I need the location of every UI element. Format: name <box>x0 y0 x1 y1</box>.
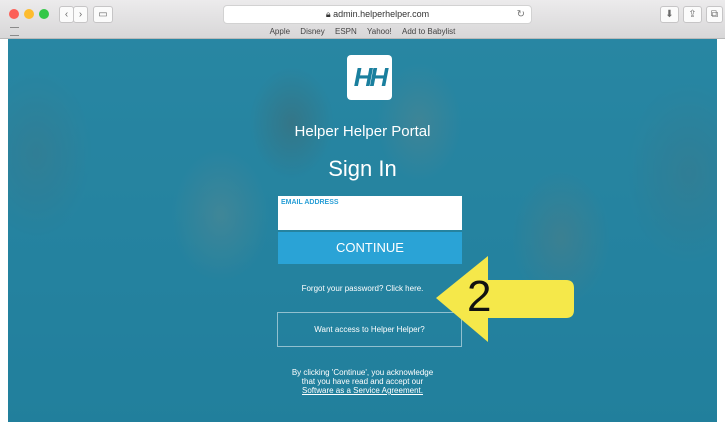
bookmark-babylist[interactable]: Add to Babylist <box>402 27 455 36</box>
tabs-button[interactable]: ⧉ <box>706 6 723 23</box>
forgot-password-link[interactable]: Forgot your password? Click here. <box>8 284 717 293</box>
legal-notice: By clicking 'Continue', you acknowledge … <box>8 368 717 395</box>
share-icon: ⇪ <box>688 9 697 20</box>
page-title: Sign In <box>328 156 397 181</box>
back-button[interactable]: ‹ <box>59 6 74 23</box>
address-bar[interactable]: 🔒︎ admin.helperhelper.com ↻ <box>223 5 532 24</box>
download-icon: ⬇ <box>665 9 674 20</box>
sidebar-toggle-button[interactable]: ▭ <box>93 6 113 23</box>
minimize-window-button[interactable] <box>24 9 34 19</box>
chevron-left-icon: ‹ <box>64 9 69 20</box>
lock-icon: 🔒︎ <box>325 9 331 19</box>
annotation-arrow <box>436 256 574 342</box>
arrow-shape <box>436 256 574 342</box>
bookmark-disney[interactable]: Disney <box>300 27 324 36</box>
email-field[interactable]: EMAIL ADDRESS <box>278 196 462 230</box>
share-button[interactable]: ⇪ <box>683 6 702 23</box>
portal-title: Helper Helper Portal <box>294 123 431 140</box>
chevron-right-icon: › <box>78 9 83 20</box>
sidebar-icon: ▭ <box>98 9 108 20</box>
browser-chrome: ‹ › ▭ 🔒︎ admin.helperhelper.com ↻ ⬇ ⇪ ⧉ … <box>0 0 725 39</box>
tabs-icon: ⧉ <box>710 9 719 20</box>
url-text: admin.helperhelper.com <box>333 9 430 19</box>
helper-helper-logo: HH <box>347 55 392 100</box>
bookmark-yahoo[interactable]: Yahoo! <box>367 27 392 36</box>
legal-line-2: that you have read and accept our <box>301 377 424 386</box>
bookmark-espn[interactable]: ESPN <box>335 27 357 36</box>
email-input[interactable] <box>281 208 459 224</box>
downloads-button[interactable]: ⬇ <box>660 6 679 23</box>
bookmark-apple[interactable]: Apple <box>270 27 290 36</box>
forward-button[interactable]: › <box>73 6 88 23</box>
bookmarks-bar: Apple Disney ESPN Yahoo! Add to Babylist <box>0 25 725 38</box>
reload-icon[interactable]: ↻ <box>517 6 525 23</box>
close-window-button[interactable] <box>9 9 19 19</box>
step-number: 2 <box>467 272 492 321</box>
legal-line-1: By clicking 'Continue', you acknowledge <box>291 368 434 377</box>
saas-agreement-link[interactable]: Software as a Service Agreement. <box>8 386 717 395</box>
zoom-window-button[interactable] <box>39 9 49 19</box>
page-viewport: HH Helper Helper Portal Sign In EMAIL AD… <box>8 39 717 422</box>
email-label: EMAIL ADDRESS <box>281 199 339 206</box>
